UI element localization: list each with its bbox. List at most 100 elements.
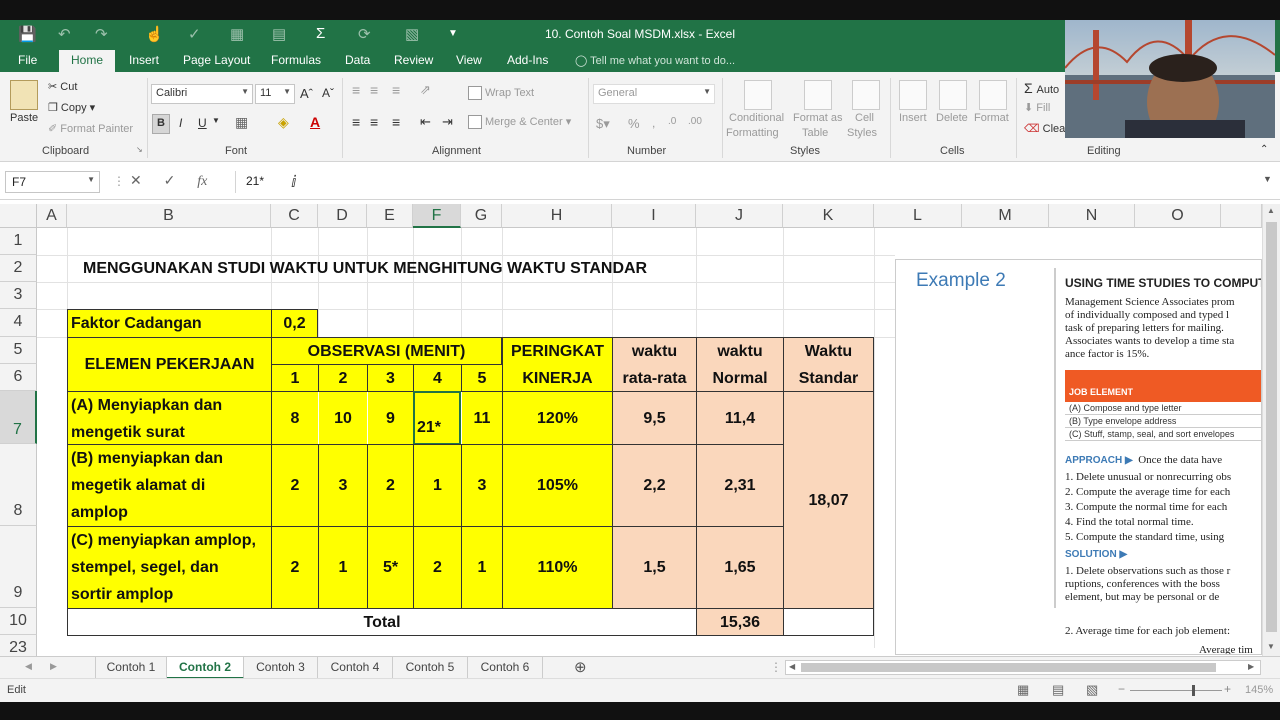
insert-cells-button[interactable]: Insert bbox=[899, 112, 927, 124]
task-c-avg[interactable]: 1,5 bbox=[612, 526, 697, 609]
row-header-2[interactable]: 2 bbox=[0, 255, 37, 282]
vertical-scroll-thumb[interactable] bbox=[1266, 222, 1277, 632]
task-b-obs-1[interactable]: 2 bbox=[271, 444, 319, 527]
row-header-3[interactable]: 3 bbox=[0, 282, 37, 309]
row-header-4[interactable]: 4 bbox=[0, 309, 37, 337]
col-header-i[interactable]: I bbox=[612, 204, 696, 228]
col-header-l[interactable]: L bbox=[874, 204, 962, 228]
tab-home[interactable]: Home bbox=[59, 50, 116, 72]
vertical-scrollbar-track[interactable]: ▲ ▼ bbox=[1262, 204, 1280, 656]
total-label-cell[interactable]: Total bbox=[67, 608, 697, 636]
cancel-icon[interactable]: ✕ bbox=[130, 172, 142, 188]
font-color-icon[interactable]: A bbox=[310, 114, 320, 130]
tell-me-box[interactable]: ◯ Tell me what you want to do... bbox=[575, 54, 735, 67]
task-b-rating[interactable]: 105% bbox=[502, 444, 613, 527]
accounting-icon[interactable]: $▾ bbox=[596, 116, 610, 132]
align-left-icon[interactable]: ≡ bbox=[352, 114, 360, 130]
scroll-down-icon[interactable]: ▼ bbox=[1267, 642, 1275, 651]
col-header-p[interactable] bbox=[1221, 204, 1262, 228]
scroll-left-icon[interactable]: ◀ bbox=[789, 662, 795, 671]
col-header-g[interactable]: G bbox=[461, 204, 502, 228]
copy-button[interactable]: ❐ Copy ▾ bbox=[48, 101, 95, 114]
number-format-select[interactable]: General ▼ bbox=[593, 84, 715, 104]
align-middle-icon[interactable]: ≡ bbox=[370, 82, 378, 98]
col-header-b[interactable]: B bbox=[67, 204, 271, 228]
faktor-value-cell[interactable]: 0,2 bbox=[271, 309, 318, 338]
row-header-1[interactable]: 1 bbox=[0, 228, 37, 255]
paste-icon[interactable] bbox=[10, 80, 38, 110]
faktor-label-cell[interactable]: Faktor Cadangan bbox=[67, 309, 272, 338]
task-c-normal[interactable]: 1,65 bbox=[696, 526, 784, 609]
obs-col-3[interactable]: 3 bbox=[367, 364, 414, 392]
task-c-obs-2[interactable]: 1 bbox=[318, 526, 368, 609]
font-name-select[interactable]: Calibri ▼ bbox=[151, 84, 253, 104]
task-a-obs-5[interactable]: 11 bbox=[462, 392, 502, 444]
shrink-font-icon[interactable]: Aˇ bbox=[322, 86, 334, 100]
tab-insert[interactable]: Insert bbox=[129, 53, 159, 67]
format-as-table-line2[interactable]: Table bbox=[802, 127, 828, 139]
prev-sheet-icon[interactable]: ◀ bbox=[25, 661, 32, 672]
enter-icon[interactable]: ✓ bbox=[164, 172, 176, 188]
task-c-obs-1[interactable]: 2 bbox=[271, 526, 319, 609]
font-size-select[interactable]: 11 ▼ bbox=[255, 84, 295, 104]
obs-col-4[interactable]: 4 bbox=[413, 364, 462, 392]
format-as-table-icon[interactable] bbox=[804, 80, 832, 110]
normal-header-cell[interactable]: waktu Normal bbox=[696, 337, 784, 392]
tab-review[interactable]: Review bbox=[394, 53, 433, 67]
tab-file[interactable]: File bbox=[18, 53, 37, 67]
select-all-corner[interactable] bbox=[0, 204, 37, 228]
task-b-obs-3[interactable]: 2 bbox=[367, 444, 414, 527]
format-cells-button[interactable]: Format bbox=[974, 112, 1009, 124]
fill-color-icon[interactable]: ◈ bbox=[278, 114, 289, 131]
comma-icon[interactable]: , bbox=[652, 116, 655, 130]
task-b-avg[interactable]: 2,2 bbox=[612, 444, 697, 527]
clear-button[interactable]: ⌫ Clea bbox=[1024, 122, 1065, 135]
row-header-10[interactable]: 10 bbox=[0, 608, 37, 635]
tab-add-ins[interactable]: Add-Ins bbox=[507, 53, 548, 67]
col-header-o[interactable]: O bbox=[1135, 204, 1221, 228]
horizontal-scroll-thumb[interactable] bbox=[801, 663, 1216, 672]
total-value-cell[interactable]: 15,36 bbox=[696, 608, 784, 636]
tab-split-handle-icon[interactable]: ⋮ bbox=[770, 660, 782, 674]
format-painter-button[interactable]: ✐ Format Painter bbox=[48, 122, 133, 135]
align-bottom-icon[interactable]: ≡ bbox=[392, 82, 400, 98]
merge-center-button[interactable]: Merge & Center ▾ bbox=[468, 115, 571, 130]
page-break-view-icon[interactable]: ▧ bbox=[1086, 682, 1098, 698]
obs-col-2[interactable]: 2 bbox=[318, 364, 368, 392]
next-sheet-icon[interactable]: ▶ bbox=[50, 661, 57, 672]
insert-cells-icon[interactable] bbox=[899, 80, 927, 110]
orientation-icon[interactable]: ⇗ bbox=[420, 82, 431, 98]
zoom-level[interactable]: 145% bbox=[1245, 684, 1273, 696]
row-header-5[interactable]: 5 bbox=[0, 337, 37, 364]
col-header-j[interactable]: J bbox=[696, 204, 783, 228]
horizontal-scrollbar[interactable]: ◀ ▶ bbox=[785, 660, 1261, 675]
col-header-n[interactable]: N bbox=[1049, 204, 1135, 228]
add-sheet-icon[interactable]: ⊕ bbox=[574, 658, 587, 676]
task-c-rating[interactable]: 110% bbox=[502, 526, 613, 609]
col-header-k[interactable]: K bbox=[783, 204, 874, 228]
task-a-obs-2[interactable]: 10 bbox=[319, 392, 367, 444]
col-header-e[interactable]: E bbox=[367, 204, 413, 228]
name-box[interactable]: F7 ▼ bbox=[5, 171, 100, 193]
task-a-normal[interactable]: 11,4 bbox=[696, 391, 784, 445]
conditional-formatting-icon[interactable] bbox=[744, 80, 772, 110]
sheet-tab-contoh-1[interactable]: Contoh 1 bbox=[95, 657, 167, 679]
sheet-tab-contoh-4[interactable]: Contoh 4 bbox=[318, 657, 393, 679]
zoom-slider-thumb[interactable] bbox=[1192, 685, 1195, 696]
sheet-tab-contoh-5[interactable]: Contoh 5 bbox=[393, 657, 468, 679]
task-c-obs-4[interactable]: 2 bbox=[413, 526, 462, 609]
task-a-obs-4-active-cell[interactable]: 21* bbox=[413, 391, 461, 445]
grow-font-icon[interactable]: Aˆ bbox=[300, 86, 313, 101]
waktu-standar-value[interactable]: 18,07 bbox=[783, 391, 874, 609]
tab-page-layout[interactable]: Page Layout bbox=[183, 53, 250, 67]
align-top-icon[interactable]: ≡ bbox=[352, 82, 360, 98]
task-a-label[interactable]: (A) Menyiapkan dan mengetik surat bbox=[67, 391, 272, 445]
page-layout-view-icon[interactable]: ▤ bbox=[1052, 682, 1064, 698]
sheet-title[interactable]: MENGGUNAKAN STUDI WAKTU UNTUK MENGHITUNG… bbox=[80, 255, 760, 282]
row-header-6[interactable]: 6 bbox=[0, 364, 37, 391]
italic-button[interactable]: I bbox=[179, 116, 182, 130]
obs-col-5[interactable]: 5 bbox=[461, 364, 503, 392]
zoom-in-icon[interactable]: + bbox=[1224, 682, 1231, 696]
standar-header-cell[interactable]: Waktu Standar bbox=[783, 337, 874, 392]
scroll-up-icon[interactable]: ▲ bbox=[1267, 206, 1275, 215]
